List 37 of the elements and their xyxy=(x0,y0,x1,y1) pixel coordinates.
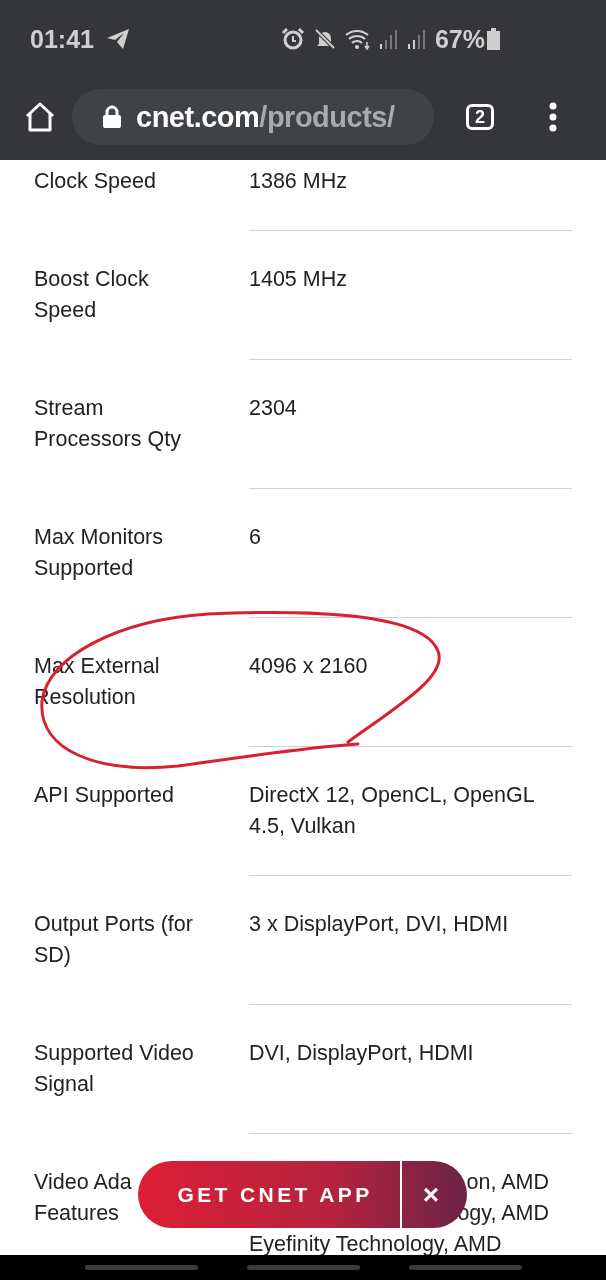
nav-handle[interactable] xyxy=(408,1265,522,1270)
spec-value: DirectX 12, OpenCL, OpenGL 4.5, Vulkan xyxy=(249,782,535,840)
spec-label: Clock Speed xyxy=(34,168,157,195)
spec-label: Max Monitors Supported xyxy=(34,524,165,582)
tab-count-button[interactable]: 2 xyxy=(466,104,494,130)
alarm-icon xyxy=(280,27,305,51)
spec-value: 6 xyxy=(249,524,262,551)
spec-value: 1405 MHz xyxy=(249,266,348,293)
status-time: 01:41 xyxy=(30,24,94,54)
url-field[interactable]: cnet.com/products/ xyxy=(72,89,434,145)
spec-value: 4096 x 2160 xyxy=(249,653,369,680)
home-icon[interactable] xyxy=(24,102,56,132)
spec-label: Supported Video Signal xyxy=(34,1040,195,1098)
spec-value: 1386 MHz xyxy=(249,168,348,195)
signal-icon xyxy=(406,28,427,50)
battery-percent: 67% xyxy=(434,24,485,54)
spec-label: API Supported xyxy=(34,782,175,809)
spec-value: on, AMD xyxy=(466,1169,549,1196)
spec-label: Features xyxy=(34,1200,120,1227)
spec-value: 2304 xyxy=(249,395,298,422)
close-button[interactable]: × xyxy=(404,1161,458,1228)
spec-label: Boost Clock Speed xyxy=(34,266,150,324)
mute-icon xyxy=(312,27,337,51)
spec-value: DVI, DisplayPort, HDMI xyxy=(249,1040,475,1067)
spec-value: 3 x DisplayPort, DVI, HDMI xyxy=(249,911,510,938)
signal-icon xyxy=(378,28,399,50)
spec-label: Stream Processors Qty xyxy=(34,395,182,453)
menu-icon[interactable] xyxy=(548,102,558,132)
nav-handle[interactable] xyxy=(84,1265,198,1270)
paper-plane-icon xyxy=(105,28,130,50)
spec-label: Output Ports (for SD) xyxy=(34,911,194,969)
wifi-icon xyxy=(344,28,371,50)
nav-handle[interactable] xyxy=(246,1265,360,1270)
get-app-button[interactable]: GET CNET APP xyxy=(138,1161,400,1228)
battery-icon xyxy=(487,28,500,50)
lock-icon xyxy=(102,105,122,129)
spec-value: Eyefinity Technology, AMD xyxy=(249,1231,502,1255)
